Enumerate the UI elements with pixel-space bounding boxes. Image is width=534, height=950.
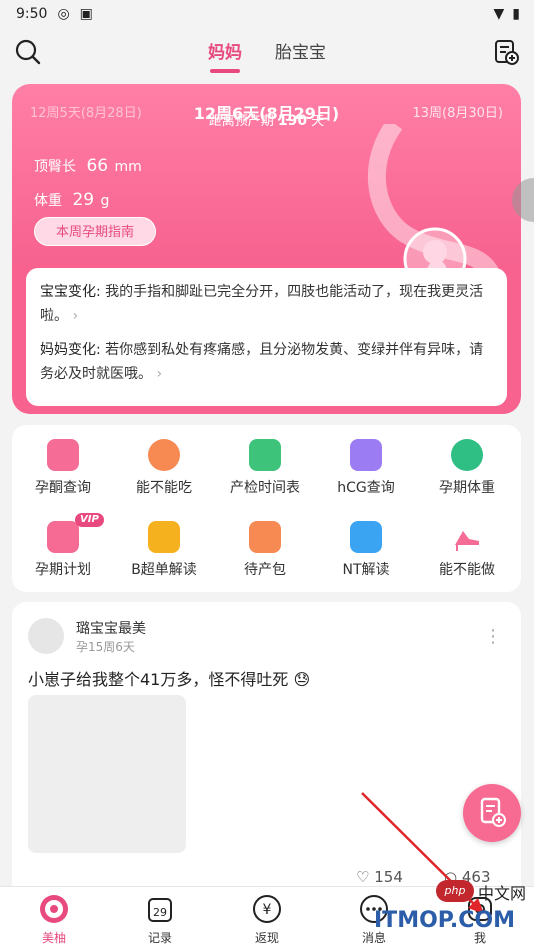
tool-ultrasound[interactable]: B超单解读 [114,521,214,579]
post-text-content: 小崽子给我整个41万多，怪不得吐死 [28,670,289,689]
post-week: 孕15周6天 [76,640,135,654]
tab-baby[interactable]: 胎宝宝 [275,38,326,73]
crl-value: 66 [86,156,109,176]
more-options-icon[interactable]: ⋮ [484,626,503,647]
crl-unit: mm [114,159,142,175]
tool-nt[interactable]: NT解读 [316,521,416,579]
tool-label: 孕期计划 [35,562,91,578]
vip-badge: VIP [75,513,104,527]
nav-record[interactable]: 29 记录 [120,893,200,946]
tool-label: hCG查询 [337,480,395,496]
tool-weight[interactable]: 孕期体重 [417,439,517,497]
post-emoji: 😓 [293,670,311,689]
nav-label: 我 [473,931,486,945]
bag-icon [249,521,281,553]
heart-icon: ♡ [356,868,370,886]
baby-stats: 顶臀长 66 mm 体重 29 g [34,156,142,224]
top-tabs: 妈妈 胎宝宝 [0,38,534,73]
nav-cashback[interactable]: ¥ 返现 [227,893,307,946]
weight-label: 体重 [34,193,62,209]
watermark-site: ITMOP.COM [374,908,515,933]
nav-meiyou[interactable]: 美柚 [14,893,94,946]
tool-label: 能不能做 [439,562,495,578]
tool-label: B超单解读 [131,562,197,578]
hcg-icon [350,439,382,471]
crab-icon [148,439,180,471]
cashback-icon: ¥ [253,895,281,923]
watermark-php-logo: php [436,880,474,902]
weight-value: 29 [72,190,95,210]
due-days: 190 [277,113,308,129]
tool-checkup-schedule[interactable]: 产检时间表 [215,439,315,497]
nav-label: 返现 [254,931,279,945]
status-time: 9:50 [16,6,48,22]
tool-label: 待产包 [244,562,286,578]
post-username[interactable]: 璐宝宝最美 [76,618,146,638]
like-button[interactable]: ♡ 154 [356,868,403,886]
like-count: 154 [374,868,403,886]
post-image[interactable] [28,695,186,853]
nav-label: 消息 [361,931,386,945]
tool-can-do[interactable]: 能不能做 [417,521,517,579]
weight-unit: g [100,193,110,209]
tool-hospital-bag[interactable]: 待产包 [215,521,315,579]
feed-post[interactable]: 璐宝宝最美 孕15周6天 ⋮ 小崽子给我整个41万多，怪不得吐死 😓 ♡ 154… [12,602,521,902]
progesterone-icon [47,439,79,471]
week-card: 12周5天(8月28日) 12周6天(8月29日) 13周(8月30日) 距离预… [12,84,521,414]
due-suffix: 天 [311,114,325,129]
vpn-icon: ◎ [57,6,70,22]
watermark-cn: 中文网 [478,884,527,903]
wifi-icon: ▼ [493,6,505,22]
tools-grid: 孕酮查询 能不能吃 产检时间表 hCG查询 孕期体重 VIP 孕期计划 B超单解… [12,425,521,592]
record-day: 29 [153,906,167,919]
baby-change-text: 我的手指和脚趾已完全分开，四肢也能活动了，现在我更灵活啦。 [40,284,484,324]
compose-fab[interactable] [463,784,521,842]
tool-pregnancy-plan[interactable]: VIP 孕期计划 [13,513,113,579]
compose-icon [480,797,506,827]
tool-label: 孕酮查询 [35,480,91,496]
crl-stat: 顶臀长 66 mm [34,156,142,176]
high-heel-icon [455,531,479,551]
mom-change-text: 若你感到私处有疼痛感，且分泌物发黄、变绿并伴有异味，请务必及时就医哦。 [40,342,484,382]
ultrasound-icon [148,521,180,553]
crl-label: 顶臀长 [34,159,76,175]
tab-mama[interactable]: 妈妈 [208,38,242,73]
nav-label: 记录 [147,931,172,945]
top-bar: 妈妈 胎宝宝 [0,28,534,80]
svg-text:¥: ¥ [263,902,272,918]
chevron-right-icon: › [156,366,163,382]
scale-icon [451,439,483,471]
battery-icon: ▮ [512,6,520,22]
weight-stat: 体重 29 g [34,190,142,210]
record-calendar-icon: 29 [148,898,172,922]
tool-progesterone[interactable]: 孕酮查询 [13,439,113,497]
weekly-guide-button[interactable]: 本周孕期指南 [34,217,156,246]
mom-change-label: 妈妈变化: [40,342,101,358]
tool-can-eat[interactable]: 能不能吃 [114,439,214,497]
tool-label: 孕期体重 [439,480,495,496]
status-bar: 9:50 ◎ ▣ ▼ ▮ [0,0,534,28]
calendar-add-icon[interactable] [492,38,520,66]
chevron-right-icon: › [72,308,79,324]
mom-change[interactable]: 妈妈变化: 若你感到私处有疼痛感，且分泌物发黄、变绿并伴有异味，请务必及时就医哦… [40,338,493,386]
baby-change[interactable]: 宝宝变化: 我的手指和脚趾已完全分开，四肢也能活动了，现在我更灵活啦。 › [40,280,493,328]
due-prefix: 距离预产期 [208,114,274,129]
changes-panel[interactable]: 宝宝变化: 我的手指和脚趾已完全分开，四肢也能活动了，现在我更灵活啦。 › 妈妈… [26,268,507,406]
checkup-schedule-icon [249,439,281,471]
a-icon: ▣ [79,6,93,22]
tool-label: 产检时间表 [230,480,300,496]
tool-label: NT解读 [342,562,390,578]
pregnancy-plan-icon: VIP [47,513,104,553]
meiyou-icon [40,895,68,923]
tool-hcg[interactable]: hCG查询 [316,439,416,497]
baby-change-label: 宝宝变化: [40,284,101,300]
tool-label: 能不能吃 [136,480,192,496]
nav-label: 美柚 [41,931,66,945]
nt-icon [350,521,382,553]
post-text[interactable]: 小崽子给我整个41万多，怪不得吐死 😓 [28,666,310,690]
avatar[interactable] [28,618,64,654]
